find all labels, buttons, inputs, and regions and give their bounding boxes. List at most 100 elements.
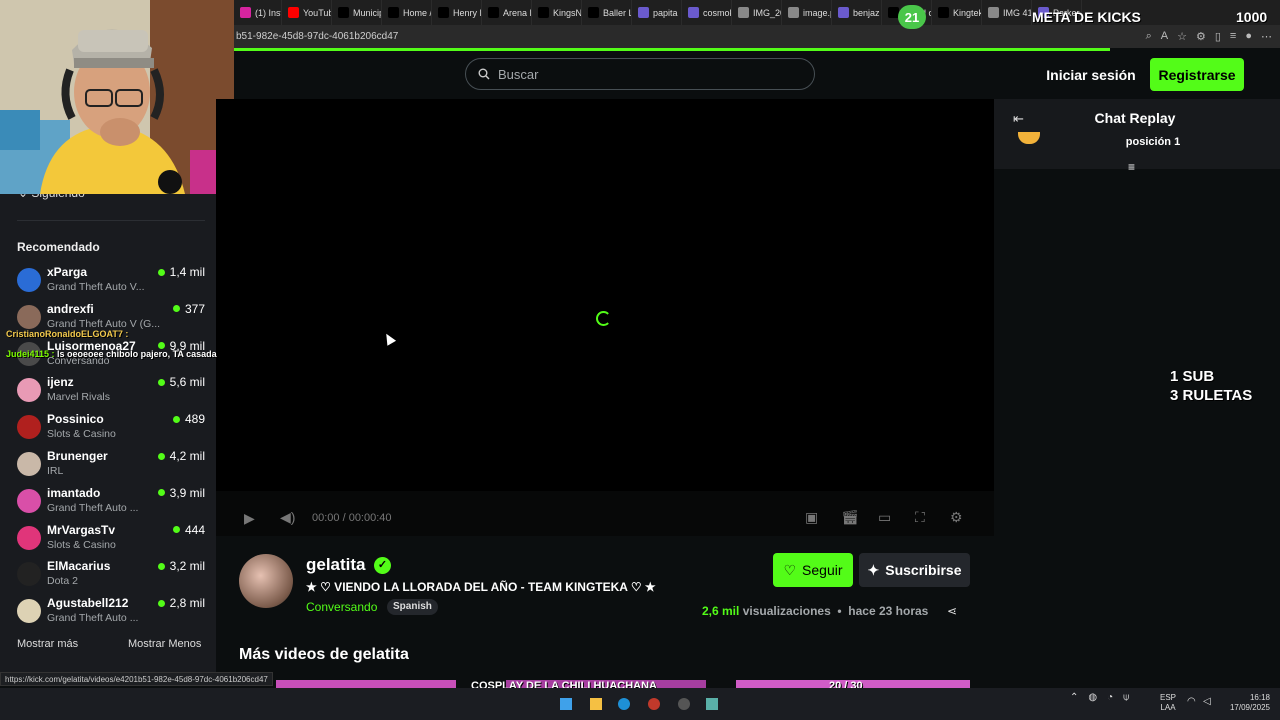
browser-tab[interactable]: cosmok bbox=[682, 0, 732, 25]
sidebar-channel-mrvargastv[interactable]: MrVargasTv Slots & Casino 444 bbox=[17, 523, 205, 557]
picture-in-picture-icon[interactable]: ▣ bbox=[805, 509, 818, 526]
sidebar-channel-possinico[interactable]: Possinico Slots & Casino 489 bbox=[17, 412, 205, 446]
sidebar-channel-xparga[interactable]: xParga Grand Theft Auto V... 1,4 mil bbox=[17, 265, 205, 299]
fullscreen-icon[interactable]: ⛶ bbox=[915, 509, 925, 526]
login-button[interactable]: Iniciar sesión bbox=[1040, 60, 1142, 90]
volume-icon[interactable]: ◀) bbox=[280, 509, 295, 526]
chat-overlay-message: CristianoRonaldoELGOAT7 : bbox=[6, 329, 128, 339]
browser-tab-label: IMG_20 bbox=[753, 7, 782, 18]
browser-tab[interactable]: Arena K bbox=[482, 0, 532, 25]
extensions-icon[interactable]: ⚙ bbox=[1196, 30, 1206, 43]
profile-icon[interactable]: ● bbox=[1245, 30, 1252, 43]
x-icon bbox=[388, 7, 399, 18]
zoom-icon[interactable]: ⌕ bbox=[1146, 30, 1152, 43]
live-dot-icon bbox=[172, 305, 180, 313]
channel-category: Grand Theft Auto V... bbox=[47, 281, 145, 293]
microphone-icon[interactable]: ⍦ bbox=[1123, 692, 1129, 703]
goal-number-overlay: 1000 bbox=[1236, 9, 1268, 25]
address-bar[interactable]: b51-982e-45d8-97dc-4061b206cd47 ⌕ A ☆ ⚙ … bbox=[234, 25, 1280, 48]
split-screen-icon[interactable]: ▯ bbox=[1215, 30, 1221, 43]
browser-tab[interactable]: Municip bbox=[332, 0, 382, 25]
input-language[interactable]: ESP LAA bbox=[1160, 693, 1176, 713]
channel-name: xParga bbox=[47, 265, 88, 279]
explorer-icon[interactable] bbox=[590, 698, 602, 710]
sidebar-channel-ijenz[interactable]: ijenz Marvel Rivals 5,6 mil bbox=[17, 375, 205, 409]
viewer-count: 2,8 mil bbox=[169, 596, 205, 611]
start-icon[interactable] bbox=[560, 698, 572, 710]
x-icon bbox=[488, 7, 499, 18]
browser-tab[interactable]: Home / bbox=[382, 0, 432, 25]
collapse-chat-icon[interactable]: ⇤ bbox=[1013, 111, 1024, 127]
browser-tab-label: cosmok bbox=[703, 7, 732, 18]
browser-tab[interactable]: image.p bbox=[782, 0, 832, 25]
browser-tab-label: (1) Insta bbox=[255, 7, 281, 18]
subscribe-button[interactable]: ✦ Suscribirse bbox=[859, 553, 970, 587]
address-url[interactable]: b51-982e-45d8-97dc-4061b206cd47 bbox=[236, 31, 1146, 42]
viewer-count: 3,9 mil bbox=[169, 485, 205, 500]
clock[interactable]: 16:18 17/09/2025 bbox=[1226, 693, 1270, 713]
app-icon[interactable] bbox=[706, 698, 718, 710]
channel-username[interactable]: gelatita bbox=[306, 555, 366, 575]
chevron-up-icon[interactable]: ⌃ bbox=[1070, 692, 1078, 703]
language-tag: Spanish bbox=[387, 599, 438, 615]
register-button[interactable]: Registrarse bbox=[1150, 58, 1244, 91]
read-aloud-icon[interactable]: A bbox=[1161, 30, 1168, 43]
browser-tab[interactable]: papita bbox=[632, 0, 682, 25]
menu-dots-icon[interactable]: ⋯ bbox=[1261, 30, 1272, 43]
search-input[interactable]: Buscar bbox=[465, 58, 815, 90]
channel-category: Grand Theft Auto ... bbox=[47, 501, 139, 514]
web-icon bbox=[638, 7, 649, 18]
sub-line-1: 1 SUB bbox=[1170, 368, 1215, 385]
share-icon[interactable]: ⋖ bbox=[947, 604, 957, 618]
play-icon[interactable]: ▶ bbox=[244, 510, 255, 527]
wifi-icon[interactable]: ◠ bbox=[1187, 696, 1196, 707]
show-less-button[interactable]: Mostrar Menos bbox=[128, 638, 201, 650]
volume-tray-icon[interactable]: ◁ bbox=[1203, 696, 1211, 707]
app-icon[interactable] bbox=[648, 698, 660, 710]
channel-name: imantado bbox=[47, 485, 101, 500]
theater-mode-icon[interactable]: ▭ bbox=[878, 509, 891, 526]
search-icon bbox=[478, 68, 490, 80]
browser-tools: ⌕ A ☆ ⚙ ▯ ≡ ● ⋯ bbox=[1146, 30, 1280, 43]
channel-name: ElMacarius bbox=[47, 559, 111, 574]
video-title: ★ ♡ VIENDO LA LLORADA DEL AÑO - TEAM KIN… bbox=[306, 580, 656, 594]
browser-tab[interactable]: IMG_20 bbox=[732, 0, 782, 25]
video-thumbnail[interactable] bbox=[276, 680, 456, 688]
channel-avatar bbox=[17, 488, 41, 513]
youtube-icon bbox=[288, 7, 299, 18]
video-category-link[interactable]: Conversando bbox=[306, 600, 377, 614]
chat-overlay-user: Judei4115 : bbox=[6, 349, 55, 359]
follow-button[interactable]: ♡ Seguir bbox=[773, 553, 853, 587]
edge-icon[interactable] bbox=[618, 698, 630, 710]
browser-tab[interactable]: Baller L bbox=[582, 0, 632, 25]
sidebar-channel-brunenger[interactable]: Brunenger IRL 4,2 mil bbox=[17, 449, 205, 483]
chat-filter-icon[interactable]: ≡ bbox=[1128, 160, 1135, 174]
app-icon[interactable] bbox=[678, 698, 690, 710]
live-dot-icon bbox=[157, 599, 165, 607]
channel-name: Brunenger bbox=[47, 449, 108, 463]
browser-tab[interactable]: IMG 41 bbox=[982, 0, 1032, 25]
sidebar-channel-agustabell212[interactable]: Agustabell212 Grand Theft Auto ... 2,8 mil bbox=[17, 596, 205, 630]
show-more-button[interactable]: Mostrar más bbox=[17, 638, 78, 650]
browser-tab[interactable]: Kingtek bbox=[932, 0, 982, 25]
browser-tab[interactable]: YouTub bbox=[282, 0, 332, 25]
sidebar-channel-imantado[interactable]: imantado Grand Theft Auto ... 3,9 mil bbox=[17, 486, 205, 520]
browser-tab[interactable]: Henry F bbox=[432, 0, 482, 25]
browser-tab[interactable]: benjaz bbox=[832, 0, 882, 25]
channel-avatar bbox=[17, 378, 41, 403]
settings-icon[interactable]: ⚙ bbox=[950, 509, 963, 526]
favorites-icon[interactable]: ≡ bbox=[1230, 30, 1236, 43]
network-icon[interactable]: ◍ bbox=[1088, 692, 1097, 703]
video-player[interactable] bbox=[216, 99, 994, 491]
browser-tab[interactable]: KingsN bbox=[532, 0, 582, 25]
favorite-star-icon[interactable]: ☆ bbox=[1177, 30, 1187, 43]
globe-icon bbox=[788, 7, 799, 18]
live-dot-icon bbox=[157, 378, 165, 386]
sidebar-channel-elmacarius[interactable]: ElMacarius Dota 2 3,2 mil bbox=[17, 559, 205, 593]
live-dot-icon bbox=[157, 452, 165, 460]
clip-icon[interactable]: 🎬︎ bbox=[841, 509, 859, 526]
browser-tab[interactable]: (1) Insta bbox=[234, 0, 282, 25]
channel-avatar[interactable] bbox=[239, 554, 293, 608]
browser-tab-label: Municip bbox=[353, 7, 382, 18]
app-tray-icon[interactable]: ◔ bbox=[1107, 692, 1113, 703]
